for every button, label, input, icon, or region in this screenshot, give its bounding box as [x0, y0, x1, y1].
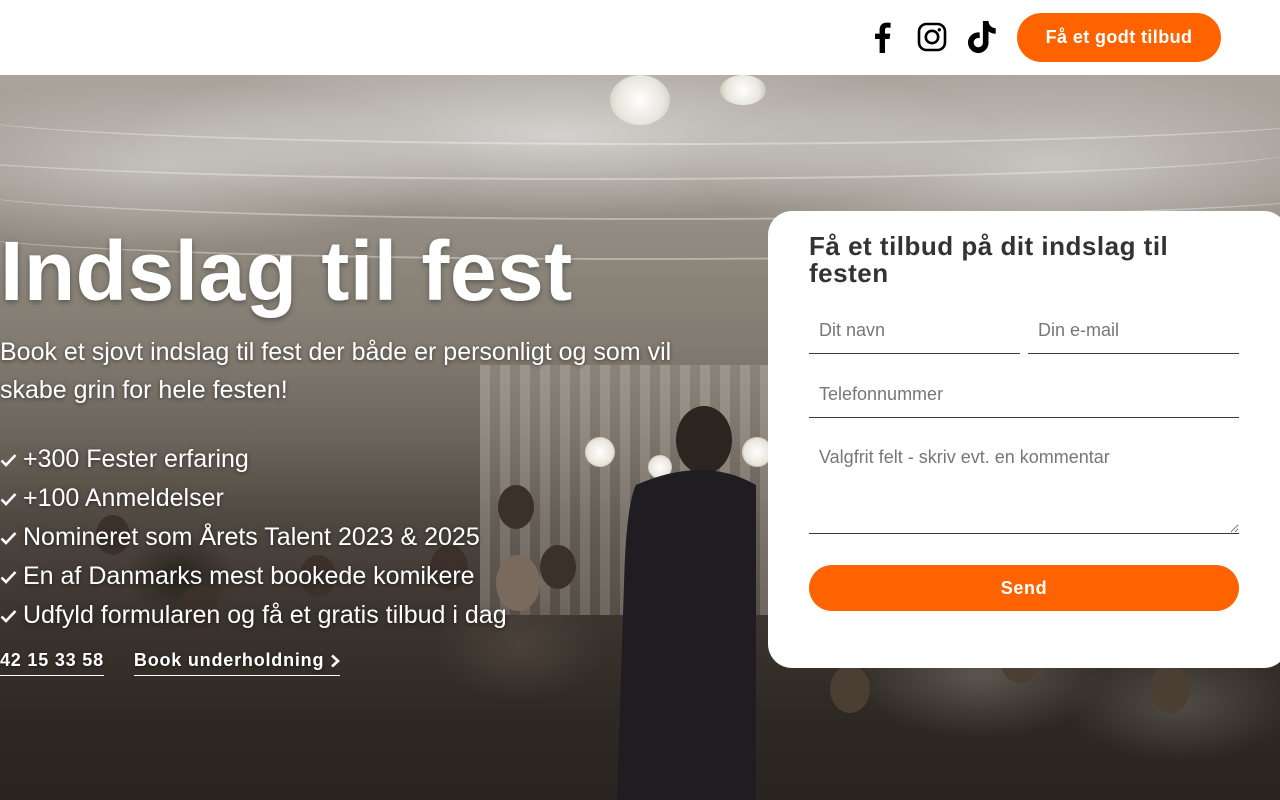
list-item: +300 Fester erfaring [0, 440, 507, 479]
form-title: Få et tilbud på dit indslag til festen [809, 231, 1169, 288]
hero-subtitle: Book et sjovt indslag til fest der både … [0, 338, 672, 404]
check-icon [0, 492, 17, 506]
facebook-icon[interactable] [865, 20, 899, 54]
book-entertainment-link[interactable]: Book underholdning [133, 650, 341, 676]
list-item-label: Nomineret som Årets Talent 2023 & 2025 [23, 523, 480, 551]
book-link-label: Book underholdning [133, 650, 325, 670]
tiktok-icon[interactable] [965, 20, 999, 54]
list-item: Nomineret som Årets Talent 2023 & 2025 [0, 518, 507, 557]
page-title: Indslag til fest [0, 224, 573, 318]
phone-link[interactable]: 42 15 33 58 [0, 650, 104, 676]
comment-field[interactable] [809, 437, 1239, 534]
phone-field[interactable] [809, 372, 1239, 418]
site-header: Få et godt tilbud [0, 0, 1280, 75]
email-field[interactable] [1028, 308, 1239, 354]
list-item: En af Danmarks mest bookede komikere [0, 557, 507, 596]
list-item-label: +300 Fester erfaring [23, 445, 249, 473]
list-item-label: +100 Anmeldelser [23, 484, 224, 512]
instagram-icon[interactable] [915, 20, 949, 54]
check-icon [0, 609, 17, 623]
offer-form-card: Få et tilbud på dit indslag til festen S… [768, 211, 1280, 668]
check-icon [0, 531, 17, 545]
list-item-label: En af Danmarks mest bookede komikere [23, 562, 475, 590]
send-button[interactable]: Send [809, 565, 1239, 611]
benefits-list: +300 Fester erfaring +100 Anmeldelser No… [0, 440, 507, 635]
list-item-label: Udfyld formularen og få et gratis tilbud… [23, 601, 507, 629]
list-item: Udfyld formularen og få et gratis tilbud… [0, 596, 507, 635]
check-icon [0, 570, 17, 584]
chevron-right-icon [331, 654, 341, 667]
get-offer-button[interactable]: Få et godt tilbud [1017, 13, 1221, 62]
hero-links: 42 15 33 58 Book underholdning [0, 650, 341, 676]
check-icon [0, 453, 17, 467]
list-item: +100 Anmeldelser [0, 479, 507, 518]
name-field[interactable] [809, 308, 1020, 354]
phone-link-label: 42 15 33 58 [0, 650, 104, 670]
